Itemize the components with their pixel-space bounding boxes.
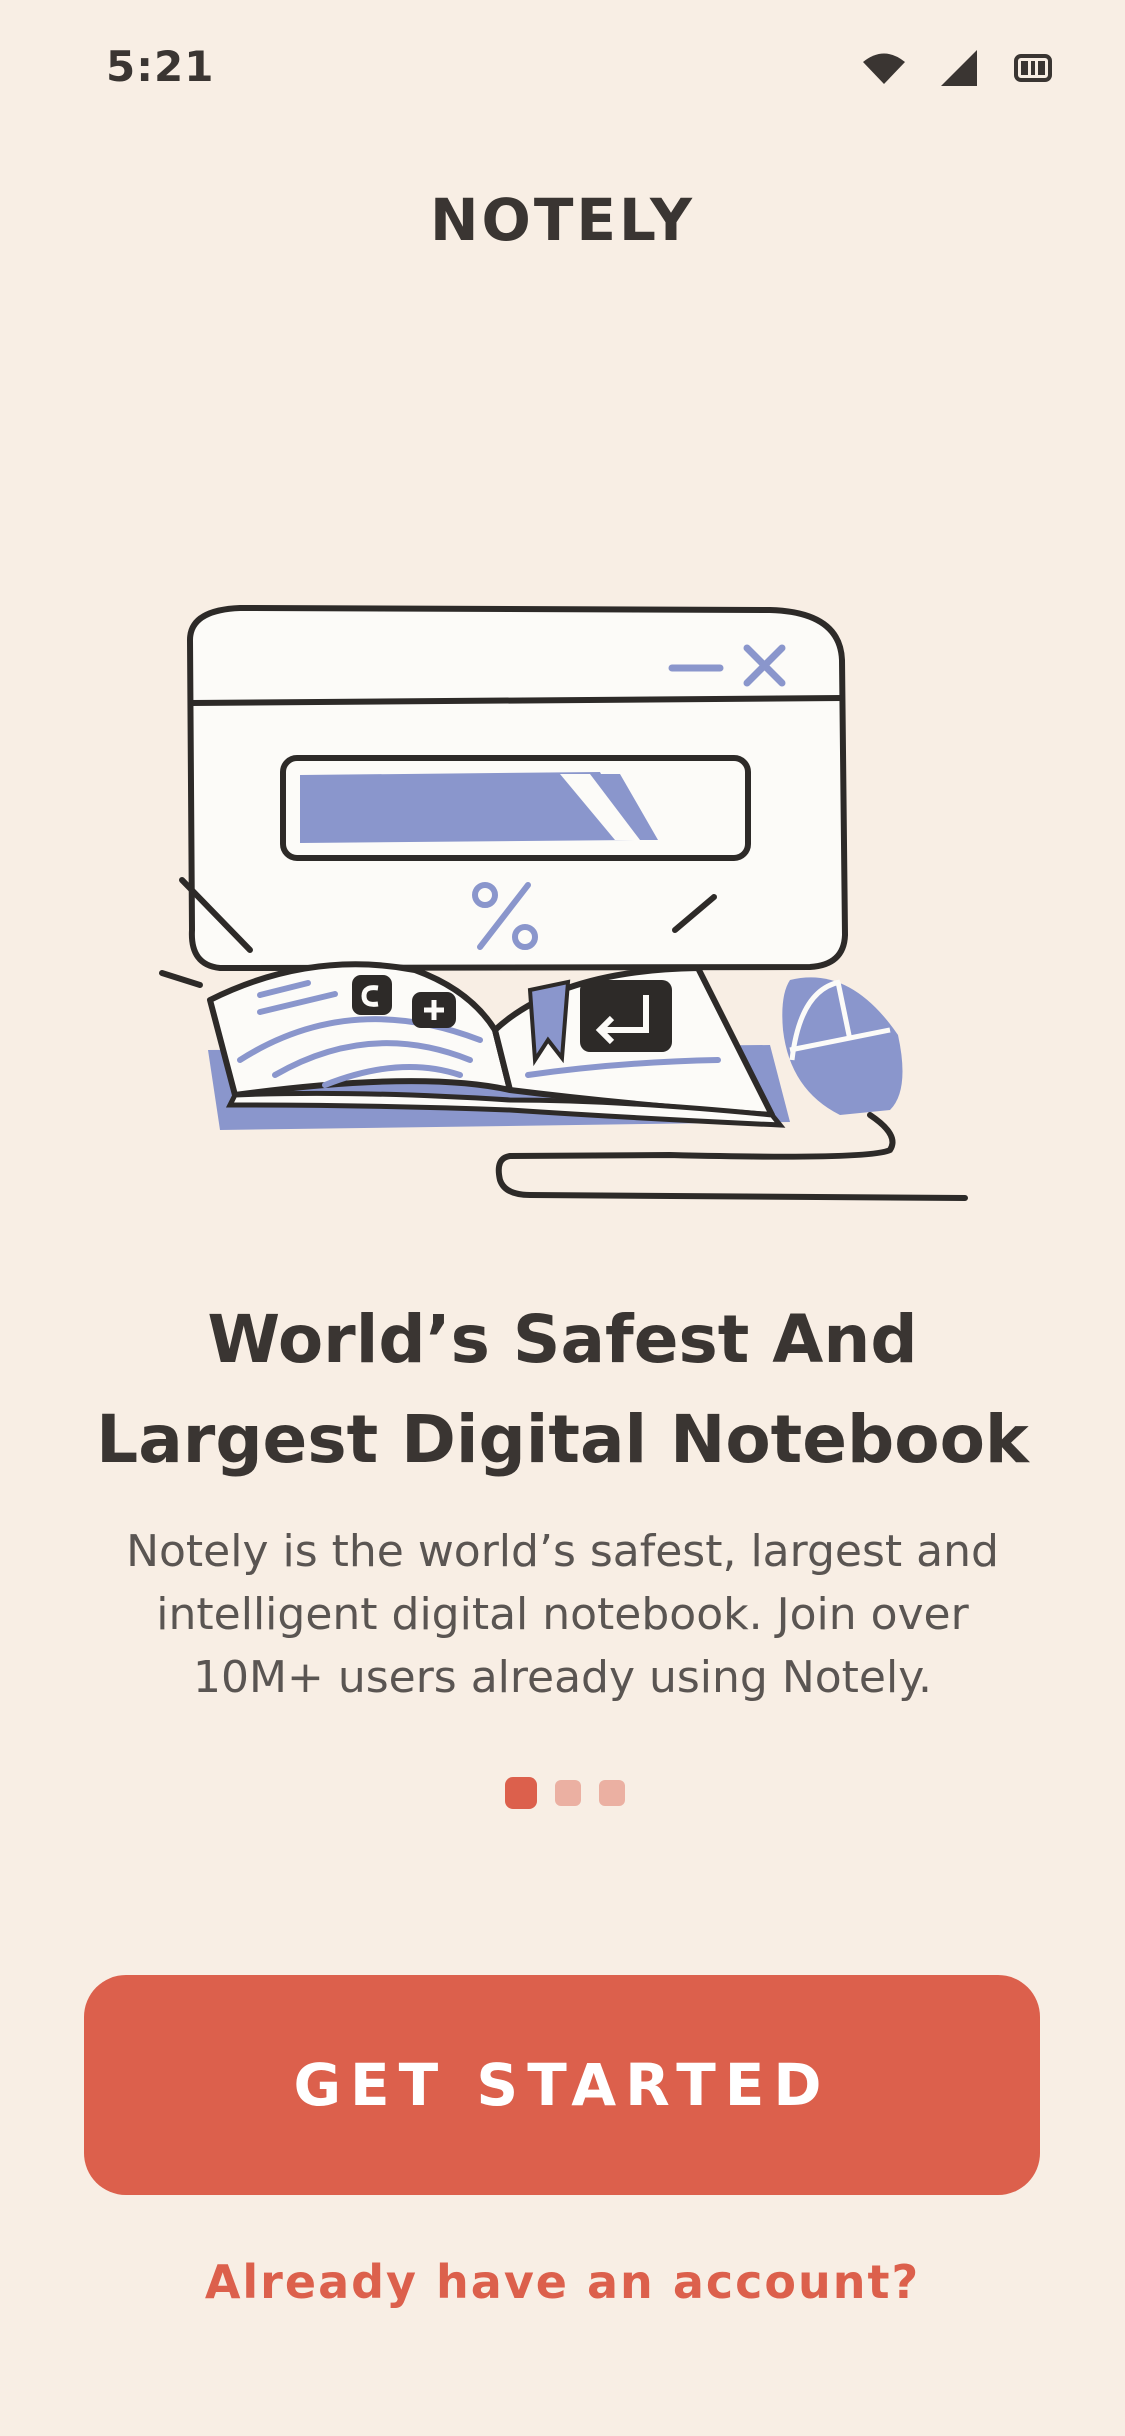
page-indicator <box>505 1777 625 1809</box>
status-bar: 5:21 <box>0 0 1125 140</box>
page-dot-active[interactable] <box>505 1777 537 1809</box>
signal-icon <box>941 50 979 90</box>
notebook-computer-illustration <box>150 590 980 1230</box>
wifi-icon <box>861 51 907 89</box>
headline: World’s Safest And Largest Digital Noteb… <box>96 1301 1029 1478</box>
status-icons <box>861 50 1053 90</box>
battery-icon <box>1013 52 1053 88</box>
status-time: 5:21 <box>106 42 215 91</box>
page-dot[interactable] <box>555 1780 581 1806</box>
get-started-button[interactable]: GET STARTED <box>84 1975 1040 2195</box>
already-have-account-link[interactable]: Already have an account? <box>0 2255 1125 2309</box>
page-dot[interactable] <box>599 1780 625 1806</box>
app-title: NOTELY <box>430 186 695 254</box>
description-text: Notely is the world’s safest, largest an… <box>126 1526 999 1703</box>
